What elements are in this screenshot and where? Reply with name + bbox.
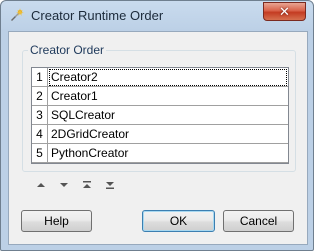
move-to-bottom-icon[interactable] — [105, 180, 115, 190]
list-row[interactable]: 1 Creator2 — [32, 68, 288, 87]
ok-button[interactable]: OK — [142, 210, 215, 232]
row-name[interactable]: Creator1 — [48, 87, 288, 106]
row-name[interactable]: Creator2 — [48, 68, 288, 87]
list-row[interactable]: 3 SQLCreator — [32, 106, 288, 125]
row-index: 2 — [32, 87, 48, 106]
window-title: Creator Runtime Order — [31, 8, 164, 23]
close-icon: ✕ — [279, 4, 290, 19]
dialog-window: Creator Runtime Order ✕ Creator Order 1 … — [0, 0, 314, 251]
row-index: 4 — [32, 125, 48, 144]
list-row[interactable]: 4 2DGridCreator — [32, 125, 288, 144]
row-index: 5 — [32, 144, 48, 163]
title-bar[interactable]: Creator Runtime Order ✕ — [1, 1, 313, 31]
dialog-body: Creator Order 1 Creator2 2 Creator1 3 SQ… — [8, 31, 308, 245]
close-button[interactable]: ✕ — [263, 2, 306, 21]
cancel-button[interactable]: Cancel — [223, 210, 294, 232]
row-name[interactable]: PythonCreator — [48, 144, 288, 163]
list-row[interactable]: 2 Creator1 — [32, 87, 288, 106]
move-to-top-icon[interactable] — [82, 180, 92, 190]
help-button[interactable]: Help — [21, 210, 92, 232]
creator-app-icon — [11, 8, 24, 21]
reorder-buttons — [36, 180, 116, 190]
group-label: Creator Order — [28, 43, 107, 57]
creator-order-list[interactable]: 1 Creator2 2 Creator1 3 SQLCreator 4 2DG… — [31, 67, 289, 164]
move-down-icon[interactable] — [59, 180, 69, 190]
row-index: 3 — [32, 106, 48, 125]
row-index: 1 — [32, 68, 48, 87]
row-name[interactable]: 2DGridCreator — [48, 125, 288, 144]
move-up-icon[interactable] — [36, 180, 46, 190]
row-name[interactable]: SQLCreator — [48, 106, 288, 125]
list-row[interactable]: 5 PythonCreator — [32, 144, 288, 163]
